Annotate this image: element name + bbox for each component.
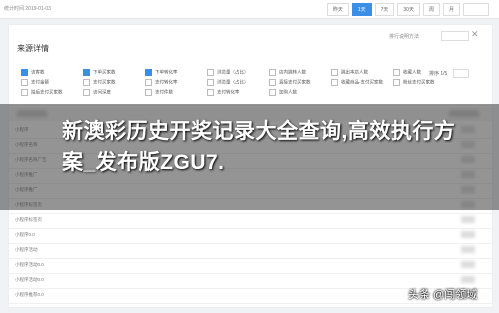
metric-filter-label: 拍后支付买家数 (31, 89, 63, 95)
metric-filter-item[interactable]: 访问深度 (83, 89, 111, 96)
table-row[interactable]: 小程序0.0 (9, 228, 492, 244)
ranking-note[interactable]: 排行说明方法 (389, 33, 419, 40)
metric-filter-item[interactable]: 浏览量（占比） (207, 69, 249, 76)
date-picker[interactable] (463, 3, 489, 16)
metric-filter-label: 访客数 (31, 69, 45, 75)
checkbox[interactable] (207, 79, 214, 86)
note-input[interactable] (441, 31, 469, 41)
metric-filter-label: 下单买家数 (93, 69, 116, 75)
metric-filter-item[interactable]: 支付件数 (145, 89, 173, 96)
metric-filter-label: 收藏人数 (403, 69, 421, 75)
metric-filter-label: 加购人数 (279, 89, 297, 95)
checkbox[interactable] (269, 79, 276, 86)
metric-filter-label: 浏览量（占比） (217, 79, 249, 85)
checkbox[interactable] (145, 89, 152, 96)
headline: 新澳彩历史开奖记录大全查询,高效执行方案_发布版ZGU7. (62, 120, 456, 174)
top-toolbar: 统计时间 2019-01-03 昨天 1天 7天 30天 周 月 (0, 0, 499, 19)
metric-filter-label: 浏览量（占比） (217, 69, 249, 75)
table-row[interactable]: 小程序活动 (9, 243, 492, 259)
metric-filter-label: 支付转化率 (217, 89, 240, 95)
metric-filter-label: 支付件数 (155, 89, 173, 95)
metric-filter-item[interactable]: 支付转化率 (145, 79, 178, 86)
metric-filter-item[interactable]: 下单买家数 (83, 69, 116, 76)
row-source-label: 小程序推荐0.0 (15, 292, 44, 297)
metric-filter-label: 收藏商品-支付买家数 (341, 79, 383, 85)
period-week[interactable]: 周 (422, 3, 440, 16)
period-yesterday[interactable]: 昨天 (326, 3, 349, 16)
metric-filter-item[interactable]: 访客数 (21, 69, 45, 76)
metric-filter-item[interactable]: 支付转化率 (207, 89, 240, 96)
period-1day[interactable]: 1天 (351, 3, 372, 16)
checkbox[interactable] (393, 79, 400, 86)
checkbox[interactable] (83, 69, 90, 76)
metric-filter-item[interactable]: 跳出本店人数 (331, 69, 368, 76)
checkbox[interactable] (207, 69, 214, 76)
metric-filter-item[interactable]: 店内跳转人数 (269, 69, 306, 76)
metric-filter-label: 店内跳转人数 (279, 69, 306, 75)
metric-filter-label: 粉丝支付买家数 (403, 79, 435, 85)
sort-control[interactable]: 排序 1/5 (429, 69, 469, 78)
metric-filter-item[interactable]: 粉丝支付买家数 (393, 79, 435, 86)
row-source-label: 小程序活动 (15, 247, 38, 252)
metric-filter-label: 支付转化率 (155, 79, 178, 85)
metric-filter-label: 直接支付买家数 (279, 79, 311, 85)
row-value (461, 231, 475, 238)
sort-select[interactable] (452, 69, 469, 78)
metric-filter-item[interactable]: 拍后支付买家数 (21, 89, 63, 96)
metric-filter-item[interactable]: 浏览量（占比） (207, 79, 249, 86)
period-switcher: 昨天 1天 7天 30天 周 月 (326, 3, 489, 16)
row-value (461, 276, 475, 283)
checkbox[interactable] (21, 89, 28, 96)
metric-filter-label: 访问深度 (93, 89, 111, 95)
metric-filter-item[interactable]: 支付买家数 (83, 79, 116, 86)
metric-filter-label: 支付金额 (31, 79, 49, 85)
checkbox[interactable] (21, 69, 28, 76)
checkbox[interactable] (331, 69, 338, 76)
metric-filter-label: 下单转化率 (155, 69, 178, 75)
checkbox[interactable] (207, 89, 214, 96)
checkbox[interactable] (331, 79, 338, 86)
row-value (461, 246, 475, 253)
metric-filter-item[interactable]: 加购人数 (269, 89, 297, 96)
sort-label: 排序 1/5 (429, 70, 448, 77)
checkbox[interactable] (145, 69, 152, 76)
metric-filter-item[interactable]: 收藏商品-支付买家数 (331, 79, 383, 86)
watermark: 头条 @闯领域 (408, 289, 478, 301)
period-month[interactable]: 月 (442, 3, 460, 16)
row-source-label: 小程序标签页 (15, 217, 42, 222)
row-value (461, 261, 475, 268)
checkbox[interactable] (393, 69, 400, 76)
panel-title-text: 来源详情 (17, 44, 49, 53)
checkbox[interactable] (83, 79, 90, 86)
metric-filter-label: 跳出本店人数 (341, 69, 368, 75)
metric-filter-label: 支付买家数 (93, 79, 116, 85)
row-value (461, 216, 475, 223)
metric-filter-item[interactable]: 下单转化率 (145, 69, 178, 76)
stat-time: 统计时间 2019-01-03 (4, 6, 51, 12)
row-source-label: 小程序活动0.0 (15, 277, 44, 282)
metric-filter-item[interactable]: 直接支付买家数 (269, 79, 311, 86)
period-30day[interactable]: 30天 (397, 3, 420, 16)
metric-filter-item[interactable]: 支付金额 (21, 79, 49, 86)
row-source-label: 小程序活动0.0 (15, 262, 44, 267)
metric-filter-item[interactable]: 收藏人数 (393, 69, 421, 76)
checkbox[interactable] (21, 79, 28, 86)
checkbox[interactable] (83, 89, 90, 96)
row-source-label: 小程序0.0 (15, 232, 35, 237)
panel-title: 来源详情 (17, 43, 49, 54)
table-row[interactable]: 小程序标签页 (9, 213, 492, 229)
checkbox[interactable] (145, 79, 152, 86)
close-icon[interactable]: ✕ (471, 29, 479, 40)
checkbox[interactable] (269, 69, 276, 76)
period-7day[interactable]: 7天 (374, 3, 395, 16)
table-row[interactable]: 小程序活动0.0 (9, 258, 492, 274)
checkbox[interactable] (269, 89, 276, 96)
